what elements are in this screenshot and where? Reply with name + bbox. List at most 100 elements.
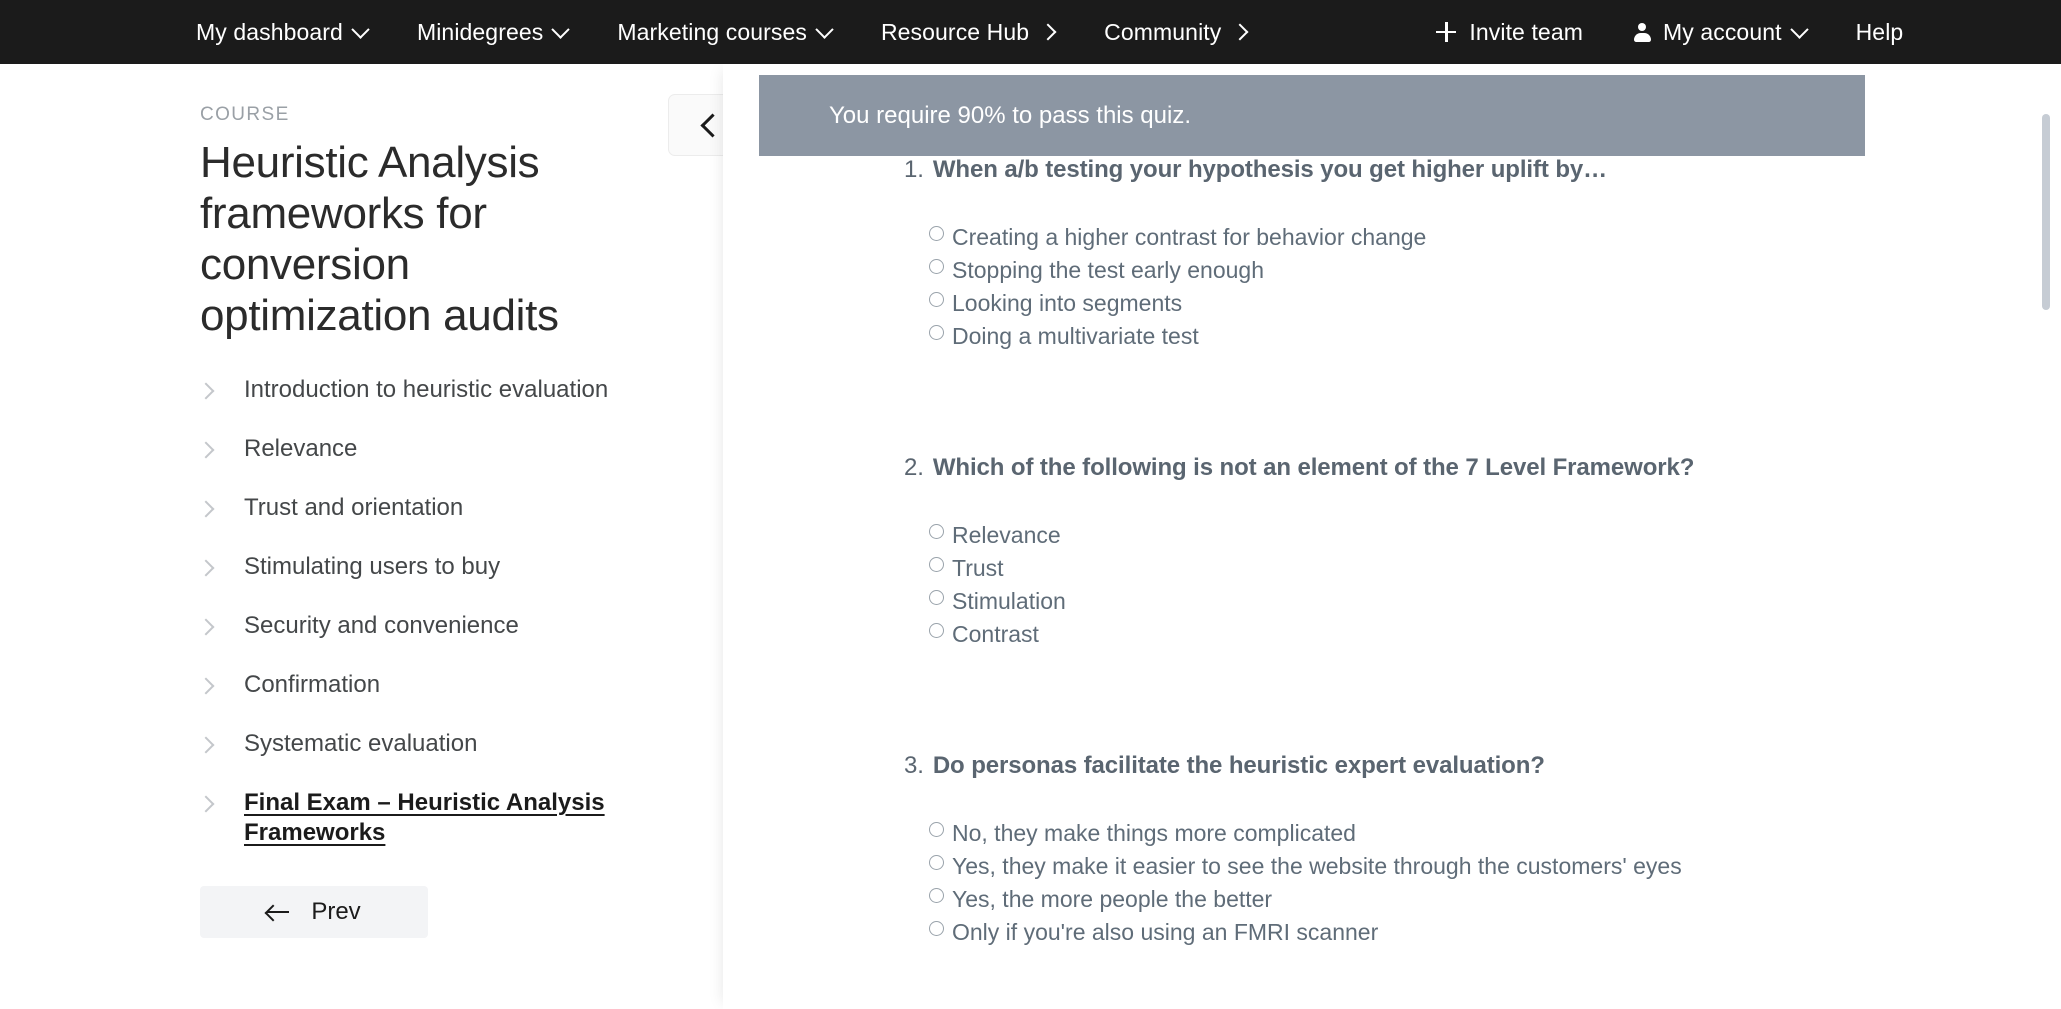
sidebar-item-trust-and-orientation[interactable]: Trust and orientation xyxy=(200,493,670,552)
question-heading: 3. Do personas facilitate the heuristic … xyxy=(904,752,2061,780)
answer-option[interactable]: Only if you're also using an FMRI scanne… xyxy=(929,919,2061,952)
sidebar-item-relevance[interactable]: Relevance xyxy=(200,434,670,493)
chevron-right-icon xyxy=(198,737,215,754)
sidebar-item-systematic-evaluation[interactable]: Systematic evaluation xyxy=(200,729,670,788)
course-eyebrow-label: COURSE xyxy=(200,104,723,126)
person-icon xyxy=(1633,22,1652,42)
nav-item-my-dashboard[interactable]: My dashboard xyxy=(196,0,392,64)
radio-button-icon[interactable] xyxy=(929,325,944,340)
chevron-down-icon xyxy=(1790,20,1808,38)
answer-option-list: Relevance Trust Stimulation Contrast xyxy=(904,522,2061,654)
radio-button-icon[interactable] xyxy=(929,855,944,870)
plus-icon xyxy=(1436,22,1456,42)
question-heading: 1. When a/b testing your hypothesis you … xyxy=(904,156,2061,184)
quiz-question-list: 1. When a/b testing your hypothesis you … xyxy=(723,156,2061,952)
radio-button-icon[interactable] xyxy=(929,921,944,936)
invite-team-button[interactable]: Invite team xyxy=(1436,0,1608,64)
nav-item-minidegrees[interactable]: Minidegrees xyxy=(392,0,592,64)
page-body: COURSE Heuristic Analysis frameworks for… xyxy=(0,64,2061,1009)
radio-button-icon[interactable] xyxy=(929,292,944,307)
question-heading: 2. Which of the following is not an elem… xyxy=(904,454,2061,482)
nav-item-community[interactable]: Community xyxy=(1079,0,1271,64)
answer-option[interactable]: Trust xyxy=(929,555,2061,588)
chevron-left-icon xyxy=(700,113,724,137)
answer-option-label: Creating a higher contrast for behavior … xyxy=(952,224,1426,250)
answer-option-label: Yes, the more people the better xyxy=(952,886,1272,912)
help-link[interactable]: Help xyxy=(1831,0,1929,64)
lesson-label: Final Exam – Heuristic Analysis Framewor… xyxy=(244,788,670,848)
question-number: 2. xyxy=(904,454,924,482)
panel-vertical-scrollbar[interactable] xyxy=(2040,64,2052,1009)
lesson-label: Relevance xyxy=(244,434,357,464)
nav-item-resource-hub[interactable]: Resource Hub xyxy=(856,0,1079,64)
answer-option-label: Yes, they make it easier to see the webs… xyxy=(952,853,1682,879)
answer-option-list: Creating a higher contrast for behavior … xyxy=(904,224,2061,356)
lesson-label: Security and convenience xyxy=(244,611,519,641)
answer-option[interactable]: Stopping the test early enough xyxy=(929,257,2061,290)
chevron-right-icon xyxy=(198,560,215,577)
prev-button[interactable]: Prev xyxy=(200,886,428,938)
nav-label: Resource Hub xyxy=(881,19,1029,46)
answer-option[interactable]: Contrast xyxy=(929,621,2061,654)
nav-label: My account xyxy=(1663,19,1782,46)
answer-option-label: Stopping the test early enough xyxy=(952,257,1264,283)
answer-option-label: Doing a multivariate test xyxy=(952,323,1199,349)
radio-button-icon[interactable] xyxy=(929,524,944,539)
radio-button-icon[interactable] xyxy=(929,557,944,572)
answer-option[interactable]: Relevance xyxy=(929,522,2061,555)
question-text: Do personas facilitate the heuristic exp… xyxy=(933,752,1545,780)
sidebar-item-introduction-to-heuristic-evaluation[interactable]: Introduction to heuristic evaluation xyxy=(200,375,670,434)
sidebar-item-confirmation[interactable]: Confirmation xyxy=(200,670,670,729)
nav-label: Help xyxy=(1856,19,1904,46)
answer-option-label: Looking into segments xyxy=(952,290,1182,316)
answer-option[interactable]: Yes, the more people the better xyxy=(929,886,2061,919)
sidebar-item-final-exam[interactable]: Final Exam – Heuristic Analysis Framewor… xyxy=(200,788,670,848)
answer-option[interactable]: Doing a multivariate test xyxy=(929,323,2061,356)
lesson-label: Confirmation xyxy=(244,670,380,700)
nav-label: Community xyxy=(1104,19,1221,46)
my-account-menu[interactable]: My account xyxy=(1608,0,1831,64)
question-number: 1. xyxy=(904,156,924,184)
nav-label: My dashboard xyxy=(196,19,343,46)
chevron-right-icon xyxy=(198,501,215,518)
chevron-down-icon xyxy=(351,20,369,38)
lesson-label: Stimulating users to buy xyxy=(244,552,500,582)
chevron-right-icon xyxy=(198,796,215,813)
chevron-right-icon xyxy=(198,678,215,695)
radio-button-icon[interactable] xyxy=(929,888,944,903)
sidebar-item-stimulating-users-to-buy[interactable]: Stimulating users to buy xyxy=(200,552,670,611)
scrollbar-thumb[interactable] xyxy=(2042,114,2050,310)
answer-option[interactable]: Yes, they make it easier to see the webs… xyxy=(929,853,2061,886)
chevron-right-icon xyxy=(198,383,215,400)
answer-option[interactable]: Looking into segments xyxy=(929,290,2061,323)
answer-option-label: Stimulation xyxy=(952,588,1066,614)
question-number: 3. xyxy=(904,752,924,780)
chevron-right-icon xyxy=(1040,24,1057,41)
answer-option-label: No, they make things more complicated xyxy=(952,820,1356,846)
answer-option[interactable]: Stimulation xyxy=(929,588,2061,621)
quiz-banner-text: You require 90% to pass this quiz. xyxy=(829,102,1191,130)
radio-button-icon[interactable] xyxy=(929,226,944,241)
chevron-right-icon xyxy=(198,442,215,459)
radio-button-icon[interactable] xyxy=(929,623,944,638)
chevron-right-icon xyxy=(1232,24,1249,41)
answer-option[interactable]: No, they make things more complicated xyxy=(929,820,2061,853)
chevron-down-icon xyxy=(552,20,570,38)
chevron-right-icon xyxy=(198,619,215,636)
answer-option-label: Trust xyxy=(952,555,1004,581)
radio-button-icon[interactable] xyxy=(929,590,944,605)
question-text: Which of the following is not an element… xyxy=(933,454,1694,482)
quiz-question: 2. Which of the following is not an elem… xyxy=(723,454,2061,654)
radio-button-icon[interactable] xyxy=(929,259,944,274)
top-navigation-bar: My dashboard Minidegrees Marketing cours… xyxy=(0,0,2061,64)
quiz-content-panel: You require 90% to pass this quiz. 1. Wh… xyxy=(723,64,2061,1009)
radio-button-icon[interactable] xyxy=(929,822,944,837)
answer-option-label: Contrast xyxy=(952,621,1039,647)
answer-option-label: Relevance xyxy=(952,522,1061,548)
lesson-label: Introduction to heuristic evaluation xyxy=(244,375,608,405)
answer-option[interactable]: Creating a higher contrast for behavior … xyxy=(929,224,2061,257)
sidebar-item-security-and-convenience[interactable]: Security and convenience xyxy=(200,611,670,670)
quiz-pass-requirement-banner: You require 90% to pass this quiz. xyxy=(759,75,1865,156)
nav-item-marketing-courses[interactable]: Marketing courses xyxy=(592,0,856,64)
arrow-left-icon xyxy=(267,905,289,919)
